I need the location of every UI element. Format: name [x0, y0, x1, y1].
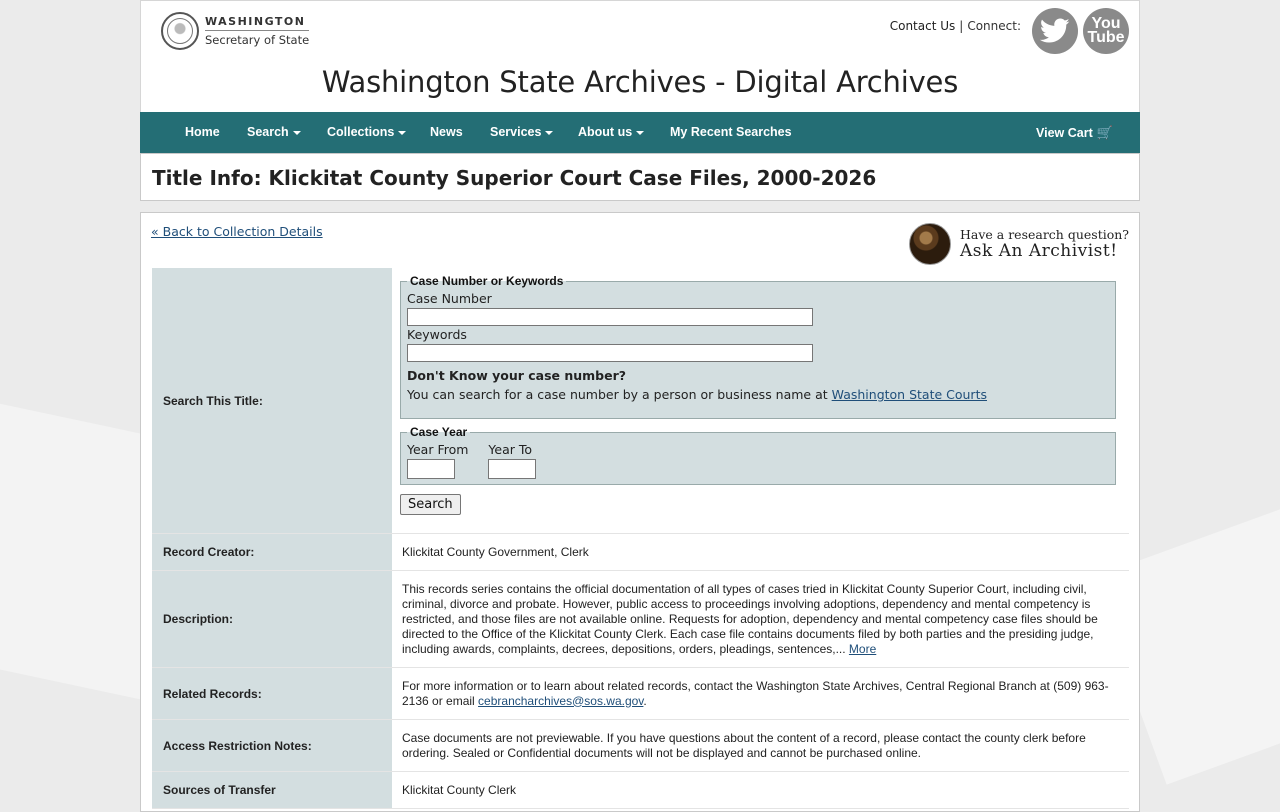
case-number-label: Case Number: [407, 291, 492, 306]
case-number-fieldset: Case Number or Keywords Case Number Keyw…: [400, 274, 1116, 419]
contact-us-link[interactable]: Contact Us: [890, 19, 956, 33]
nav-news[interactable]: News: [430, 125, 463, 139]
content-panel: « Back to Collection Details Have a rese…: [140, 212, 1140, 812]
help-text: You can search for a case number by a pe…: [407, 387, 987, 402]
page-container: WASHINGTON Secretary of State Contact Us…: [140, 0, 1140, 812]
site-header: WASHINGTON Secretary of State Contact Us…: [140, 0, 1140, 112]
chevron-down-icon: [636, 130, 645, 135]
nav-my-recent-searches[interactable]: My Recent Searches: [670, 125, 792, 139]
year-to-input[interactable]: [488, 459, 537, 479]
table-row: Sources of Transfer Klickitat County Cle…: [152, 772, 1129, 809]
case-number-input[interactable]: [407, 308, 813, 326]
dont-know-heading: Don't Know your case number?: [407, 368, 627, 383]
sources-of-transfer-value: Klickitat County Clerk: [402, 782, 517, 797]
email-link[interactable]: cebrancharchives@sos.wa.gov: [478, 694, 643, 708]
case-year-legend: Case Year: [410, 425, 468, 439]
year-to-label: Year To: [488, 442, 533, 457]
description-more-link[interactable]: More: [849, 642, 876, 656]
ask-line2: Ask An Archivist!: [959, 240, 1118, 261]
nav-home[interactable]: Home: [185, 125, 220, 139]
connect-label: Connect:: [967, 19, 1021, 33]
title-box: Title Info: Klickitat County Superior Co…: [140, 153, 1140, 201]
page-title: Title Info: Klickitat County Superior Co…: [152, 166, 877, 190]
year-from-input[interactable]: [407, 459, 455, 479]
ask-line1: Have a research question?: [959, 226, 1129, 242]
keywords-label: Keywords: [407, 327, 467, 342]
keywords-input[interactable]: [407, 344, 813, 362]
table-row: Record Creator: Klickitat County Governm…: [152, 534, 1129, 571]
youtube-text: You Tube: [1087, 15, 1125, 46]
chevron-down-icon: [398, 130, 407, 135]
record-creator-value: Klickitat County Government, Clerk: [402, 544, 589, 559]
washington-state-courts-link[interactable]: Washington State Courts: [832, 387, 987, 402]
chevron-down-icon: [292, 130, 301, 135]
top-links-separator: |: [959, 19, 964, 33]
nav-about-us[interactable]: About us: [578, 125, 645, 139]
logo-washington-text: WASHINGTON: [205, 14, 306, 28]
youtube-icon[interactable]: You Tube: [1083, 8, 1129, 54]
search-button[interactable]: Search: [400, 494, 461, 515]
shopping-cart-icon: 🛒: [1096, 125, 1113, 140]
case-year-fieldset: Case Year Year From Year To: [400, 425, 1116, 485]
ask-an-archivist-banner[interactable]: Have a research question? Ask An Archivi…: [908, 223, 1129, 265]
logo-sos-text: Secretary of State: [205, 32, 310, 47]
table-row: Related Records: For more information or…: [152, 668, 1129, 720]
site-title: Washington State Archives - Digital Arch…: [321, 65, 959, 99]
sources-of-transfer-label: Sources of Transfer: [152, 772, 392, 808]
sos-logo[interactable]: WASHINGTON Secretary of State: [161, 12, 310, 50]
related-records-label: Related Records:: [152, 668, 392, 719]
top-links: Contact Us | Connect:: [890, 19, 1021, 33]
main-nav: Home Search Collections News Services Ab…: [140, 112, 1140, 153]
search-form: Case Number or Keywords Case Number Keyw…: [392, 268, 1129, 533]
access-restriction-value: Case documents are not previewable. If y…: [402, 730, 1086, 760]
nav-services[interactable]: Services: [490, 125, 554, 139]
state-seal-icon: [161, 12, 199, 50]
related-records-value: For more information or to learn about r…: [402, 678, 1109, 708]
description-label: Description:: [152, 571, 392, 667]
record-creator-label: Record Creator:: [152, 534, 392, 570]
nav-search[interactable]: Search: [247, 125, 301, 139]
nav-collections[interactable]: Collections: [327, 125, 407, 139]
archive-books-icon: [908, 223, 951, 265]
search-this-title-label: Search This Title:: [152, 268, 392, 533]
year-from-label: Year From: [407, 442, 469, 457]
table-row: Access Restriction Notes: Case documents…: [152, 720, 1129, 772]
back-to-collection-link[interactable]: « Back to Collection Details: [151, 224, 323, 239]
table-row: Description: This records series contain…: [152, 571, 1129, 668]
title-info-table: Search This Title: Case Number or Keywor…: [152, 268, 1129, 809]
access-restriction-label: Access Restriction Notes:: [152, 720, 392, 771]
table-row: Search This Title: Case Number or Keywor…: [152, 268, 1129, 534]
case-number-legend: Case Number or Keywords: [410, 274, 564, 288]
description-value: This records series contains the officia…: [402, 581, 1098, 656]
chevron-down-icon: [545, 130, 554, 135]
nav-view-cart[interactable]: View Cart 🛒: [1036, 125, 1113, 141]
twitter-icon[interactable]: [1032, 8, 1078, 54]
